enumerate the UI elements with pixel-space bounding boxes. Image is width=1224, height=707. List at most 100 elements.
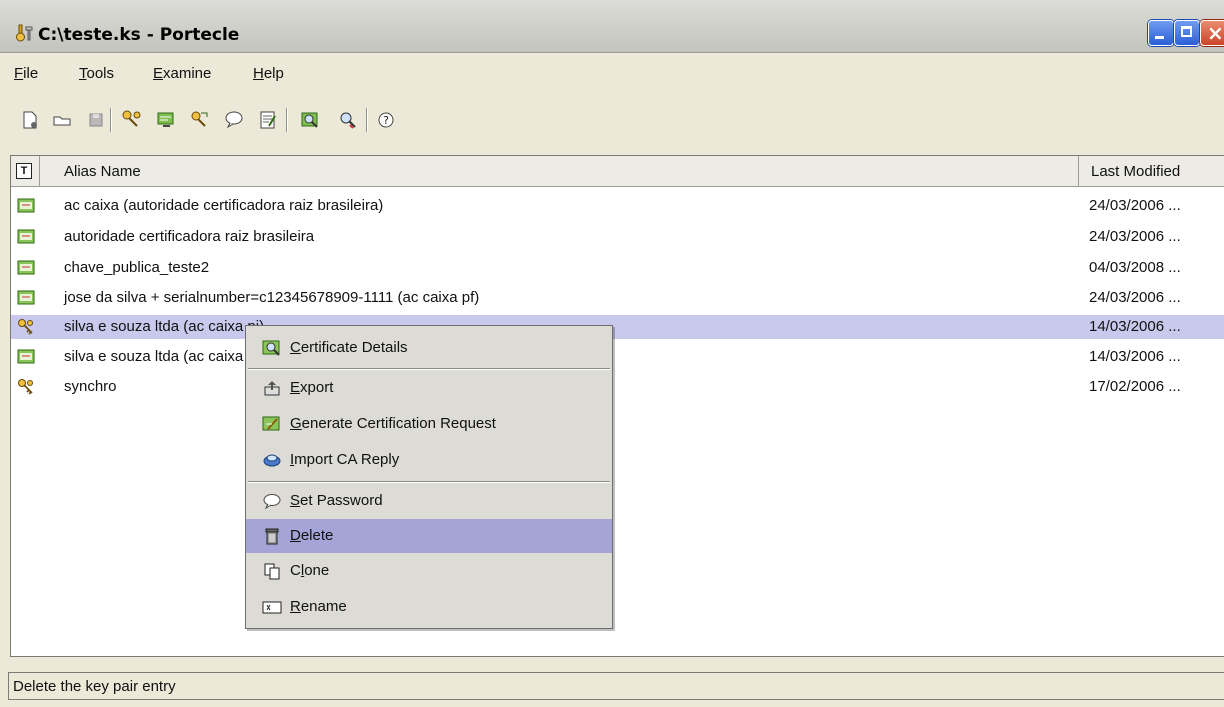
last-modified-cell: 14/03/2006 ... [1089, 348, 1181, 365]
table-row[interactable]: synchro 17/02/2006 ... [11, 375, 1224, 399]
menu-separator [248, 368, 610, 370]
toolbar: ? [0, 102, 1224, 142]
clone-icon [264, 563, 280, 580]
open-keystore-button[interactable] [48, 106, 76, 134]
toolbar-separator [366, 108, 368, 132]
alias-cell: chave_publica_teste2 [64, 259, 210, 276]
key-pair-icon [18, 319, 33, 335]
rename-icon [262, 601, 282, 614]
menu-item-export[interactable]: Export [246, 371, 612, 405]
menu-item-import-ca-reply[interactable]: Import CA Reply [246, 443, 612, 477]
speech-bubble-icon [225, 111, 243, 129]
menu-item-label: Rename [290, 598, 347, 615]
report-icon [260, 111, 276, 129]
column-header-last-modified[interactable]: Last Modified [1079, 156, 1224, 186]
toolbar-separator [110, 108, 112, 132]
table-row[interactable]: jose da silva + serialnumber=c1234567890… [11, 286, 1224, 310]
import-key-pair-button[interactable] [186, 106, 214, 134]
menu-separator [248, 481, 610, 483]
examine-certificate-button[interactable] [296, 106, 324, 134]
set-password-toolbar-button[interactable] [220, 106, 248, 134]
save-icon [89, 113, 103, 127]
column-header-last-modified-label: Last Modified [1091, 163, 1181, 180]
menu-item-label: Set Password [290, 492, 383, 509]
close-button[interactable]: × [1200, 20, 1224, 46]
help-button[interactable]: ? [372, 106, 400, 134]
certificate-icon [17, 229, 35, 244]
column-header-alias-label: Alias Name [64, 163, 141, 180]
menu-item-label: Clone [290, 562, 330, 579]
last-modified-cell: 24/03/2006 ... [1089, 289, 1181, 306]
alias-cell: synchro [64, 378, 117, 395]
menu-bar: File Tools Examine Help [0, 60, 1224, 86]
table-row[interactable]: silva e souza ltda (ac caixa pj) 14/03/2… [11, 345, 1224, 369]
help-icon: ? [378, 112, 394, 128]
generate-key-pair-icon [122, 110, 141, 127]
menu-help[interactable]: Help [253, 65, 284, 82]
import-ca-reply-icon [263, 454, 281, 467]
last-modified-cell: 24/03/2006 ... [1089, 197, 1181, 214]
set-password-icon [263, 494, 281, 510]
close-icon: × [1207, 21, 1224, 45]
maximize-button[interactable] [1174, 20, 1200, 46]
menu-item-label: Delete [290, 527, 334, 544]
menu-examine[interactable]: Examine [153, 65, 211, 82]
table-row[interactable]: chave_publica_teste2 04/03/2008 ... [11, 256, 1224, 280]
last-modified-cell: 14/03/2006 ... [1089, 318, 1181, 335]
certificate-icon [17, 290, 35, 305]
alias-cell: silva e souza ltda (ac caixa pj) [64, 318, 265, 335]
table-header: T Alias Name Last Modified [11, 156, 1224, 187]
import-certificate-icon [157, 112, 174, 127]
menu-item-certificate-details[interactable]: Certificate Details [246, 331, 612, 365]
svg-text:?: ? [383, 114, 389, 127]
delete-icon [265, 528, 279, 545]
open-folder-icon [53, 116, 71, 126]
menu-item-clone[interactable]: Clone [246, 554, 612, 588]
title-bar[interactable]: C:\teste.ks - Portecle × [0, 0, 1224, 53]
menu-file[interactable]: File [14, 65, 38, 82]
window-title: C:\teste.ks - Portecle [38, 25, 240, 45]
minimize-icon [1155, 36, 1164, 39]
minimize-button[interactable] [1148, 20, 1174, 46]
import-trusted-cert-button[interactable] [152, 106, 180, 134]
menu-item-label: Import CA Reply [290, 451, 400, 468]
table-row-selected[interactable]: silva e souza ltda (ac caixa pj) 14/03/2… [11, 315, 1224, 339]
menu-item-delete[interactable]: Delete [246, 519, 612, 553]
import-key-pair-icon [191, 111, 208, 127]
examine-crl-button[interactable] [334, 106, 362, 134]
table-row[interactable]: ac caixa (autoridade certificadora raiz … [11, 194, 1224, 218]
save-keystore-button[interactable] [82, 106, 110, 134]
toolbar-separator [286, 108, 288, 132]
examine-certificate-icon [301, 112, 318, 128]
key-pair-icon [18, 379, 33, 395]
column-header-type[interactable]: T [11, 156, 40, 186]
menu-item-set-password[interactable]: Set Password [246, 484, 612, 518]
menu-item-rename[interactable]: Rename [246, 590, 612, 624]
generate-key-pair-button[interactable] [118, 106, 146, 134]
last-modified-cell: 04/03/2008 ... [1089, 259, 1181, 276]
alias-cell: ac caixa (autoridade certificadora raiz … [64, 197, 384, 214]
export-icon [264, 381, 280, 396]
last-modified-cell: 24/03/2006 ... [1089, 228, 1181, 245]
type-column-icon: T [16, 163, 32, 179]
certificate-icon [17, 198, 35, 213]
new-keystore-button[interactable] [16, 106, 44, 134]
new-document-icon [23, 111, 37, 129]
certificate-details-icon [262, 340, 280, 356]
magnifier-icon [340, 112, 356, 129]
table-row[interactable]: autoridade certificadora raiz brasileira… [11, 225, 1224, 249]
menu-item-label: Generate Certification Request [290, 415, 496, 432]
keystore-report-button[interactable] [254, 106, 282, 134]
alias-cell: autoridade certificadora raiz brasileira [64, 228, 315, 245]
menu-item-label: Certificate Details [290, 339, 408, 356]
last-modified-cell: 17/02/2006 ... [1089, 378, 1181, 395]
status-bar: Delete the key pair entry [8, 672, 1224, 700]
alias-cell: jose da silva + serialnumber=c1234567890… [64, 289, 480, 306]
portecle-app-icon [16, 24, 33, 42]
menu-item-generate-certification-request[interactable]: Generate Certification Request [246, 407, 612, 441]
menu-item-label: Export [290, 379, 334, 396]
certificate-icon [17, 349, 35, 364]
column-header-alias[interactable]: Alias Name [40, 156, 1079, 186]
menu-tools[interactable]: Tools [79, 65, 114, 82]
keystore-table[interactable]: T Alias Name Last Modified ac caixa (aut… [10, 155, 1224, 657]
